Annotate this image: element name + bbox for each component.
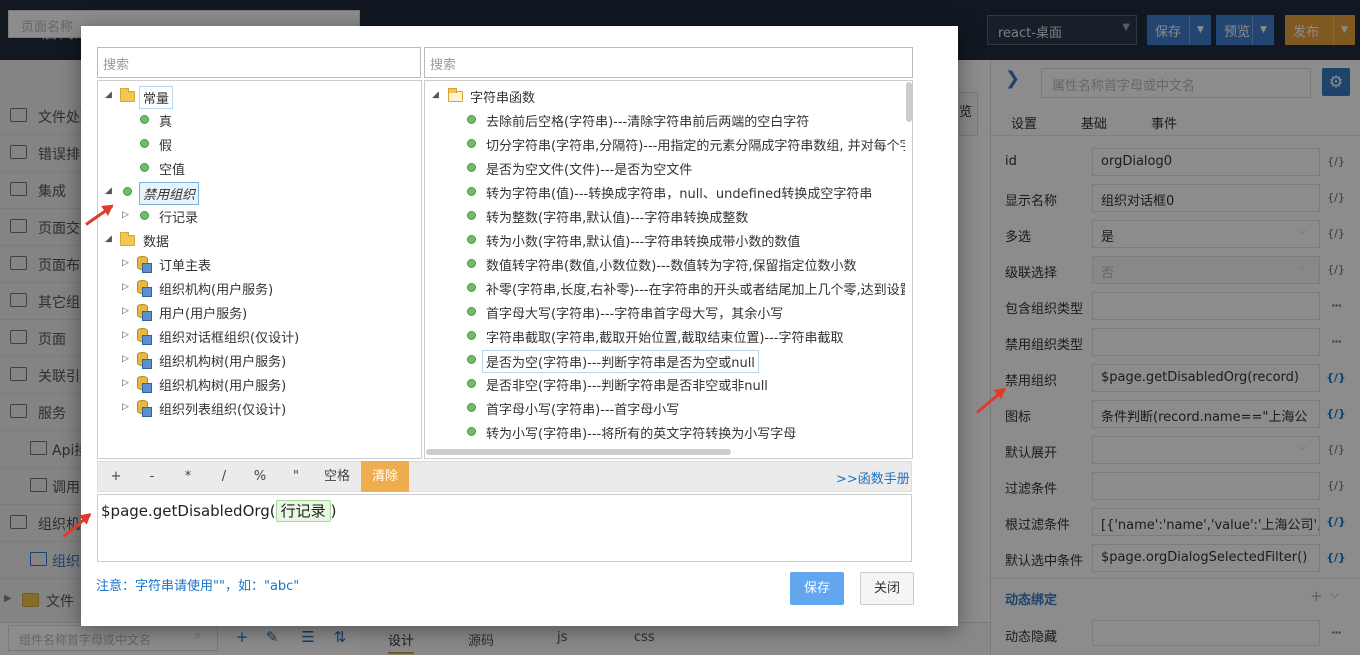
- caret-down-icon[interactable]: ◢: [105, 186, 112, 196]
- tree-node-null[interactable]: 空值: [159, 159, 185, 178]
- tree-node-disabled-org[interactable]: 禁用组织: [139, 182, 200, 205]
- function-item[interactable]: 补零(字符串,长度,右补零)---在字符串的开头或者结尾加上几个零,达到设置: [486, 279, 905, 298]
- caret-right-icon[interactable]: ▷: [122, 258, 129, 268]
- caret-right-icon[interactable]: ▷: [122, 306, 129, 316]
- tree-node-data-item[interactable]: 订单主表: [159, 255, 211, 274]
- caret-right-icon[interactable]: ▷: [122, 378, 129, 388]
- leaf-dot-icon: [140, 163, 149, 172]
- database-icon: [137, 352, 152, 369]
- function-item[interactable]: 数值转字符串(数值,小数位数)---数值转为字符,保留指定位数小数: [486, 255, 856, 274]
- database-icon: [137, 256, 152, 273]
- folder-icon: [120, 232, 135, 246]
- leaf-dot-icon: [123, 187, 132, 196]
- op-quote-button[interactable]: ": [278, 461, 314, 492]
- folder-icon: [120, 88, 135, 102]
- leaf-dot-icon: [467, 331, 476, 340]
- leaf-dot-icon: [467, 235, 476, 244]
- caret-right-icon[interactable]: ▷: [122, 354, 129, 364]
- tree-node-constants[interactable]: 常量: [139, 86, 174, 109]
- tree-node-data[interactable]: 数据: [143, 231, 169, 250]
- database-icon: [137, 304, 152, 321]
- dialog-save-button[interactable]: 保存: [790, 572, 844, 605]
- right-tree-search-input[interactable]: 搜索: [424, 47, 913, 78]
- caret-right-icon[interactable]: ▷: [122, 282, 129, 292]
- tree-node-data-item[interactable]: 用户(用户服务): [159, 303, 247, 322]
- function-item[interactable]: 是否非空(字符串)---判断字符串是否非空或非null: [486, 375, 768, 394]
- function-item[interactable]: 字符串截取(字符串,截取开始位置,截取结束位置)---字符串截取: [486, 327, 843, 346]
- leaf-dot-icon: [467, 307, 476, 316]
- hint-text: 注意：字符串请使用""，如："abc": [96, 579, 300, 594]
- leaf-dot-icon: [140, 115, 149, 124]
- clear-button[interactable]: 清除: [361, 461, 409, 492]
- tree-node-data-item[interactable]: 组织列表组织(仅设计): [159, 399, 286, 418]
- op-multiply-button[interactable]: *: [170, 461, 206, 492]
- leaf-dot-icon: [467, 379, 476, 388]
- leaf-dot-icon: [467, 403, 476, 412]
- database-icon: [137, 328, 152, 345]
- caret-right-icon[interactable]: ▷: [122, 330, 129, 340]
- function-item[interactable]: 首字母大写(字符串)---字符串首字母大写，其余小写: [486, 303, 783, 322]
- tree-node-data-item[interactable]: 组织机构树(用户服务): [159, 351, 286, 370]
- tree-node-data-item[interactable]: 组织对话框组织(仅设计): [159, 327, 299, 346]
- tree-node-data-item[interactable]: 组织机构(用户服务): [159, 279, 273, 298]
- leaf-dot-icon: [467, 115, 476, 124]
- caret-down-icon[interactable]: ◢: [105, 234, 112, 244]
- caret-right-icon[interactable]: ▷: [122, 210, 129, 220]
- op-divide-button[interactable]: /: [206, 461, 242, 492]
- dialog-close-button[interactable]: 关闭: [860, 572, 914, 605]
- op-plus-button[interactable]: +: [98, 461, 134, 492]
- database-icon: [137, 376, 152, 393]
- leaf-dot-icon: [140, 139, 149, 148]
- caret-down-icon[interactable]: ◢: [105, 90, 112, 100]
- tree-node-row-record[interactable]: 行记录: [159, 207, 198, 226]
- function-item[interactable]: 切分字符串(字符串,分隔符)---用指定的元素分隔成字符串数组, 并对每个字: [486, 135, 905, 154]
- function-list: 去除前后空格(字符串)---清除字符串前后两端的空白字符 切分字符串(字符串,分…: [424, 80, 905, 450]
- database-icon: [137, 280, 152, 297]
- left-tree-search-input[interactable]: 搜索: [97, 47, 421, 78]
- function-item[interactable]: 转为字符串(值)---转换成字符串，null、undefined转换成空字符串: [486, 183, 872, 202]
- horizontal-scrollbar[interactable]: [426, 449, 731, 455]
- leaf-dot-icon: [467, 283, 476, 292]
- expression-prefix: $page.getDisabledOrg(: [101, 502, 276, 520]
- leaf-dot-icon: [467, 355, 476, 364]
- op-percent-button[interactable]: %: [242, 461, 278, 492]
- expression-variable-tag[interactable]: 行记录: [275, 500, 331, 522]
- function-item-selected[interactable]: 是否为空(字符串)---判断字符串是否为空或null: [482, 350, 759, 373]
- function-item[interactable]: 转为小写(字符串)---将所有的英文字符转换为小写字母: [486, 423, 796, 442]
- expression-text: $page.getDisabledOrg(行记录): [101, 500, 337, 522]
- op-minus-button[interactable]: -: [134, 461, 170, 492]
- expression-suffix: ): [330, 502, 337, 520]
- leaf-dot-icon: [467, 259, 476, 268]
- tree-node-true[interactable]: 真: [159, 111, 172, 130]
- function-item[interactable]: 首字母小写(字符串)---首字母小写: [486, 399, 679, 418]
- function-item[interactable]: 是否为空文件(文件)---是否为空文件: [486, 159, 692, 178]
- vertical-scrollbar[interactable]: [906, 82, 912, 122]
- function-manual-link[interactable]: >>函数手册: [836, 468, 910, 487]
- op-space-button[interactable]: 空格: [314, 461, 360, 492]
- caret-right-icon[interactable]: ▷: [122, 402, 129, 412]
- leaf-dot-icon: [467, 187, 476, 196]
- tree-node-false[interactable]: 假: [159, 135, 172, 154]
- leaf-dot-icon: [467, 139, 476, 148]
- function-item[interactable]: 去除前后空格(字符串)---清除字符串前后两端的空白字符: [486, 111, 809, 130]
- leaf-dot-icon: [467, 211, 476, 220]
- database-icon: [137, 400, 152, 417]
- leaf-dot-icon: [467, 163, 476, 172]
- tree-node-data-item[interactable]: 组织机构树(用户服务): [159, 375, 286, 394]
- function-item[interactable]: 转为小数(字符串,默认值)---字符串转换成带小数的数值: [486, 231, 800, 250]
- leaf-dot-icon: [140, 211, 149, 220]
- leaf-dot-icon: [467, 427, 476, 436]
- function-item[interactable]: 转为整数(字符串,默认值)---字符串转换成整数: [486, 207, 748, 226]
